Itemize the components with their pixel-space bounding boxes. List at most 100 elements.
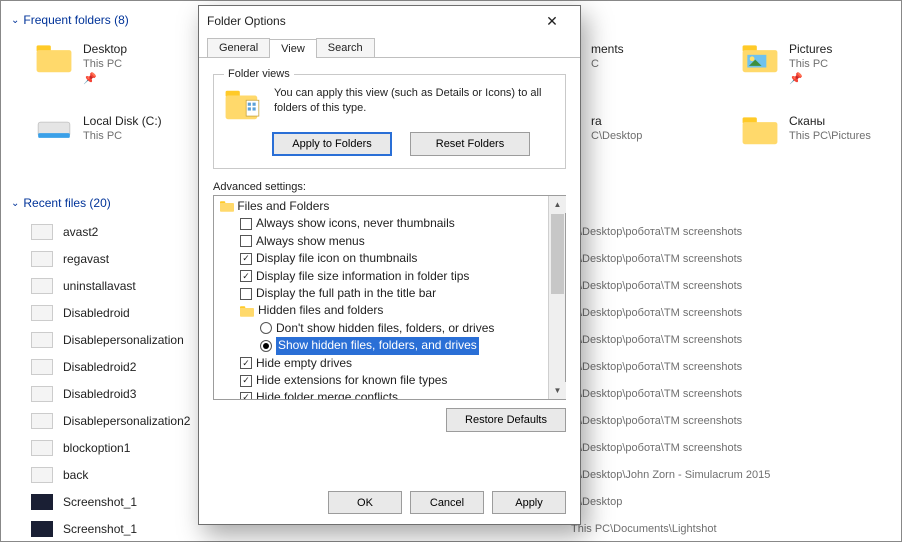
file-path: C\Desktop\poбота\TM screenshots xyxy=(571,334,742,346)
frequent-item[interactable]: raC\Desktop xyxy=(591,113,731,144)
file-icon xyxy=(31,305,53,321)
frequent-item[interactable]: mentsC xyxy=(591,41,731,72)
recent-files-label: Recent files (20) xyxy=(23,196,110,210)
file-name: Screenshot_1 xyxy=(63,495,137,509)
frequent-item[interactable]: PicturesThis PC📌 xyxy=(741,41,902,87)
checkbox[interactable] xyxy=(240,375,252,387)
checkbox[interactable] xyxy=(240,288,252,300)
tree-item[interactable]: Show hidden files, folders, and drives xyxy=(220,337,546,354)
chevron-down-icon: ⌄ xyxy=(11,15,19,26)
dialog-body: Folder views You can apply this view (su… xyxy=(199,58,580,440)
advanced-settings-tree[interactable]: Files and Folders Always show icons, neve… xyxy=(214,196,548,399)
radio[interactable] xyxy=(260,322,272,334)
tree-item[interactable]: Display the full path in the title bar xyxy=(220,285,546,302)
file-path: C\Desktop\poбота\TM screenshots xyxy=(571,307,742,319)
tree-item[interactable]: Always show icons, never thumbnails xyxy=(220,215,546,232)
folder-icon xyxy=(35,41,73,75)
file-icon xyxy=(31,467,53,483)
file-path: C\Desktop\poбота\TM screenshots xyxy=(571,253,742,265)
tab-search[interactable]: Search xyxy=(316,38,375,57)
radio[interactable] xyxy=(260,340,272,352)
pictures-folder-icon xyxy=(741,41,779,75)
tree-item[interactable]: Display file size information in folder … xyxy=(220,268,546,285)
tree-item[interactable]: Always show menus xyxy=(220,233,546,250)
file-path: C\Desktop\poбота\TM screenshots xyxy=(571,442,742,454)
file-icon xyxy=(31,251,53,267)
scroll-up-icon[interactable]: ▲ xyxy=(549,196,566,213)
folder-icon xyxy=(741,113,779,147)
dialog-footer: OK Cancel Apply xyxy=(328,491,566,514)
file-icon xyxy=(31,224,53,240)
folder-views-text: You can apply this view (such as Details… xyxy=(274,86,555,116)
dialog-title: Folder Options xyxy=(207,14,286,28)
ok-button[interactable]: OK xyxy=(328,491,402,514)
tree-group[interactable]: Hidden files and folders xyxy=(220,302,546,319)
checkbox[interactable] xyxy=(240,270,252,282)
tree-item[interactable]: Hide empty drives xyxy=(220,355,546,372)
cancel-button[interactable]: Cancel xyxy=(410,491,484,514)
file-path: C\Desktop\poбота\TM screenshots xyxy=(571,388,742,400)
apply-to-folders-button[interactable]: Apply to Folders xyxy=(272,132,392,156)
tree-item[interactable]: Hide folder merge conflicts xyxy=(220,389,546,399)
file-name: regavast xyxy=(63,252,109,266)
reset-folders-button[interactable]: Reset Folders xyxy=(410,132,530,156)
frequent-folders-label: Frequent folders (8) xyxy=(23,13,128,27)
file-name: Disablepersonalization xyxy=(63,333,184,347)
file-path: C\Desktop\John Zorn - Simulacrum 2015 xyxy=(571,469,770,481)
apply-button[interactable]: Apply xyxy=(492,491,566,514)
file-path: C\Desktop\poбота\TM screenshots xyxy=(571,415,742,427)
scrollbar[interactable]: ▲ ▼ xyxy=(548,196,565,399)
file-name: Disabledroid2 xyxy=(63,360,136,374)
file-name: back xyxy=(63,468,88,482)
file-name: blockoption1 xyxy=(63,441,130,455)
file-path: C\Desktop\poбота\TM screenshots xyxy=(571,280,742,292)
scroll-down-icon[interactable]: ▼ xyxy=(549,382,566,399)
checkbox[interactable] xyxy=(240,235,252,247)
dialog-titlebar[interactable]: Folder Options ✕ xyxy=(199,6,580,36)
file-path: C\Desktop\poбота\TM screenshots xyxy=(571,361,742,373)
advanced-settings-box: Files and Folders Always show icons, neve… xyxy=(213,195,566,400)
checkbox[interactable] xyxy=(240,357,252,369)
file-name: Disabledroid3 xyxy=(63,387,136,401)
checkbox[interactable] xyxy=(240,392,252,399)
file-icon xyxy=(31,440,53,456)
pin-icon: 📌 xyxy=(789,72,832,87)
checkbox[interactable] xyxy=(240,253,252,265)
checkbox[interactable] xyxy=(240,218,252,230)
pin-icon: 📌 xyxy=(83,72,127,87)
dialog-tabs: General View Search xyxy=(199,36,580,58)
file-icon xyxy=(31,386,53,402)
scroll-thumb[interactable] xyxy=(551,214,564,294)
file-name: uninstallavast xyxy=(63,279,136,293)
folder-views-icon xyxy=(224,86,262,124)
tree-item[interactable]: Don't show hidden files, folders, or dri… xyxy=(220,320,546,337)
file-name: Screenshot_1 xyxy=(63,522,137,536)
chevron-down-icon: ⌄ xyxy=(11,198,19,209)
file-icon xyxy=(31,494,53,510)
close-button[interactable]: ✕ xyxy=(532,7,572,35)
folder-views-group: Folder views You can apply this view (su… xyxy=(213,68,566,169)
frequent-item[interactable]: СканыThis PC\Pictures xyxy=(741,113,902,147)
file-icon xyxy=(31,359,53,375)
file-name: avast2 xyxy=(63,225,98,239)
tree-root: Files and Folders xyxy=(237,199,329,213)
file-icon xyxy=(31,521,53,537)
advanced-settings-label: Advanced settings: xyxy=(213,181,566,193)
restore-defaults-button[interactable]: Restore Defaults xyxy=(446,408,566,432)
file-icon xyxy=(31,332,53,348)
file-path: C\Desktop\poбота\TM screenshots xyxy=(571,226,742,238)
file-name: Disabledroid xyxy=(63,306,130,320)
tree-item[interactable]: Display file icon on thumbnails xyxy=(220,250,546,267)
folder-options-dialog: Folder Options ✕ General View Search Fol… xyxy=(198,5,581,525)
frequent-item[interactable]: DesktopThis PC📌 xyxy=(35,41,215,87)
tab-general[interactable]: General xyxy=(207,38,270,57)
file-name: Disablepersonalization2 xyxy=(63,414,190,428)
disk-icon xyxy=(35,113,73,147)
file-icon xyxy=(31,413,53,429)
file-path: This PC\Documents\Lightshot xyxy=(571,523,717,535)
folder-views-legend: Folder views xyxy=(224,68,294,80)
tree-item[interactable]: Hide extensions for known file types xyxy=(220,372,546,389)
frequent-item[interactable]: Local Disk (C:)This PC xyxy=(35,113,215,147)
file-icon xyxy=(31,278,53,294)
tab-view[interactable]: View xyxy=(269,39,317,58)
